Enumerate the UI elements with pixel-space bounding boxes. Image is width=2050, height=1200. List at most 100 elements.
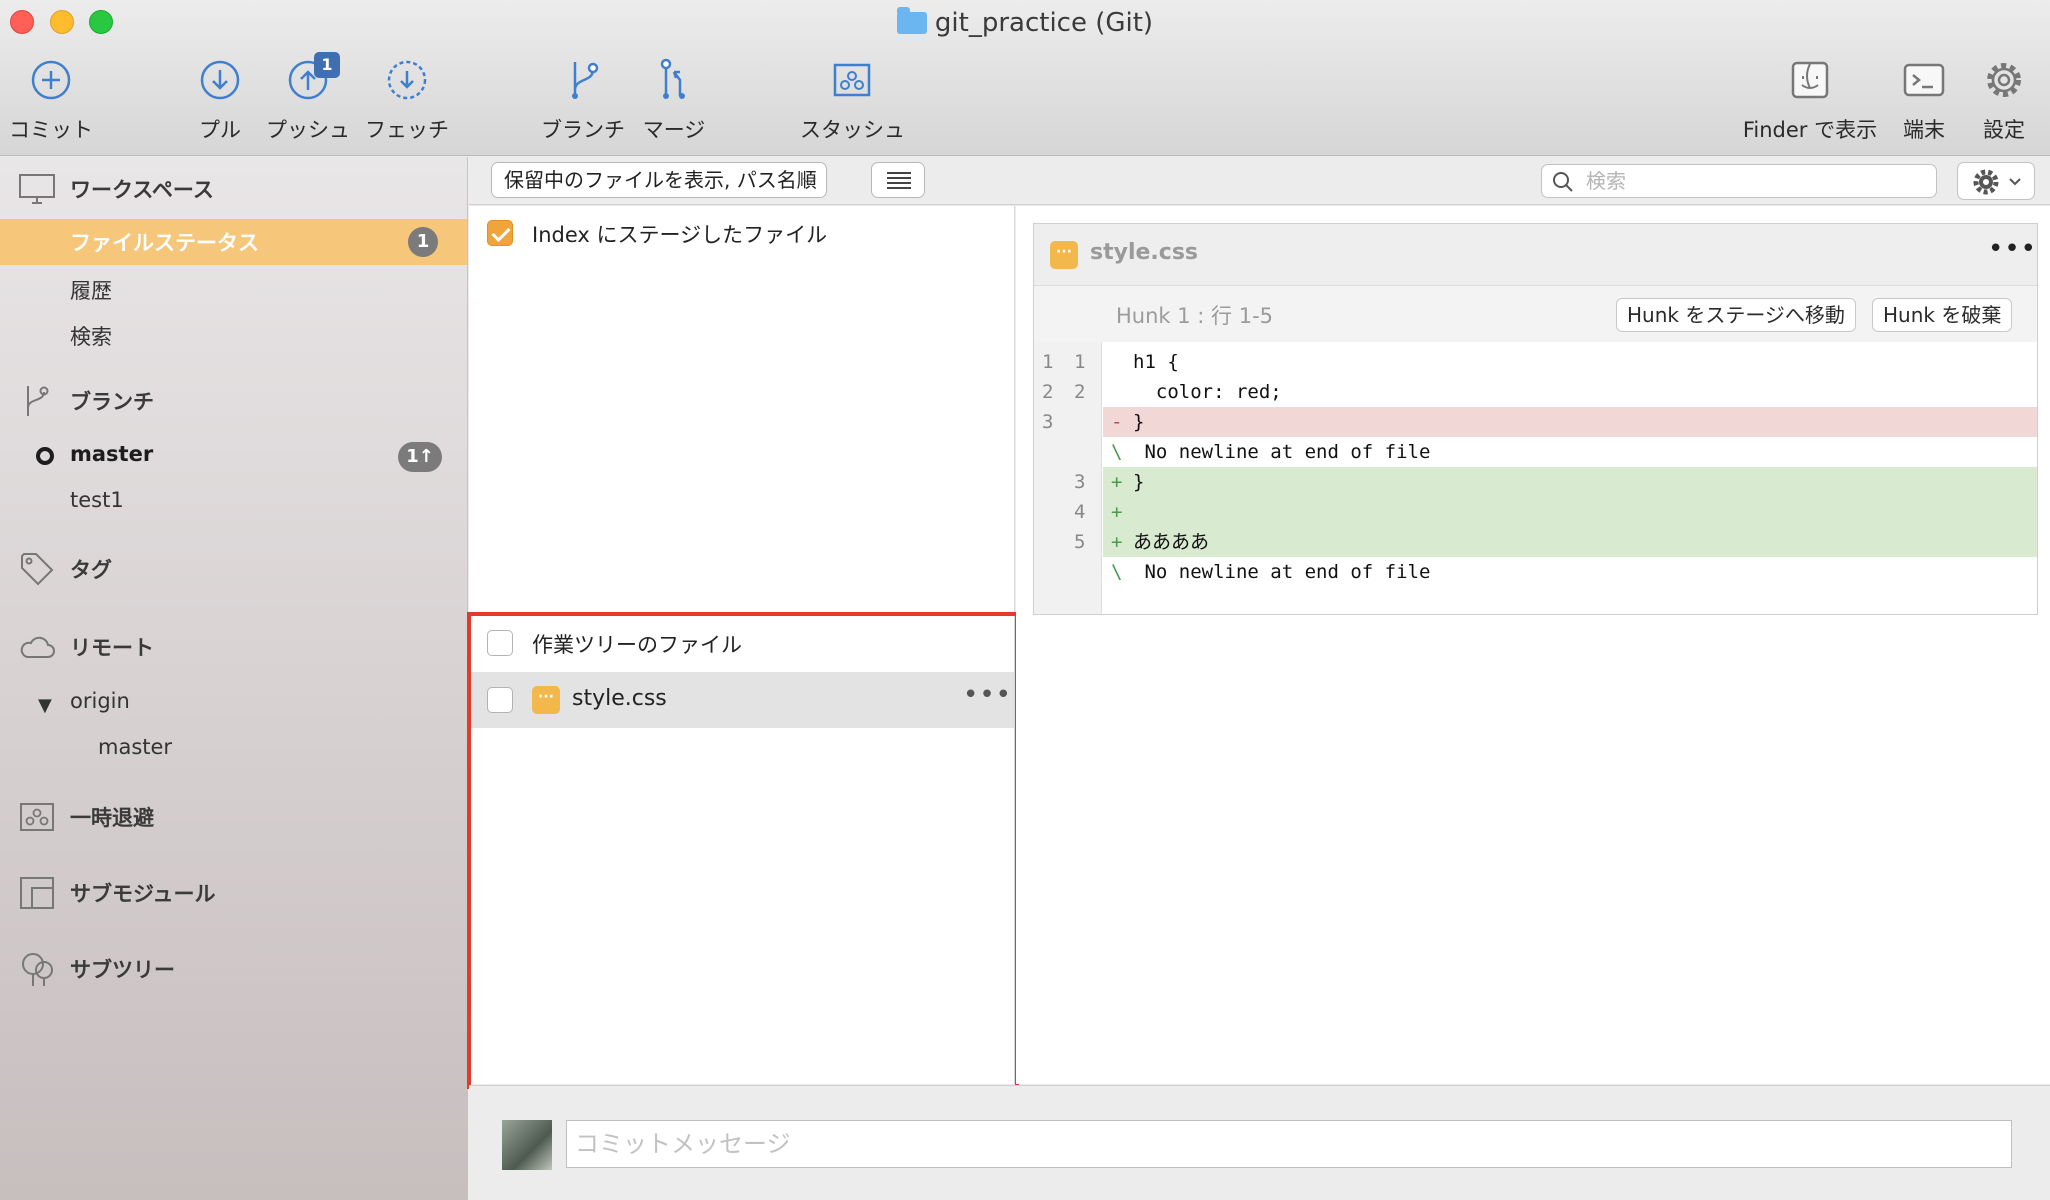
options-gear-button[interactable] [1957,162,2035,200]
diff-panel: ··· style.css ••• Hunk 1 : 行 1-5 Hunk をス… [1016,206,2050,1084]
window-title: git_practice (Git) [0,6,2050,40]
new-line-number: 3 [1074,471,1086,493]
file-row[interactable]: ··· style.css ••• [469,672,1014,728]
staged-files-label: Index にステージしたファイル [532,223,828,247]
diff-line-code: + ああああ [1103,527,2037,557]
diff-marker: \ [1111,561,1123,583]
diff-line-text: No newline at end of file [1133,441,1431,463]
diff-line-code: h1 { [1103,347,2037,377]
file-status-count-badge: 1 [408,227,438,257]
diff-line: 3 +} [1034,467,2037,497]
show-in-finder-button[interactable]: Finder で表示 [1740,56,1880,144]
diff-line: \ No newline at end of file [1034,437,2037,467]
merge-icon [660,58,685,99]
commit-button[interactable]: コミット [2,56,100,144]
disclosure-triangle-icon[interactable]: ▼ [38,695,52,716]
modified-file-icon: ··· [1050,241,1078,269]
discard-hunk-button[interactable]: Hunk を破棄 [1872,298,2013,332]
tree-icon [22,953,53,986]
avatar [502,1120,552,1170]
staged-files-checkbox[interactable] [487,220,513,246]
diff-line: 3 -} [1034,407,2037,437]
stash-icon [20,803,54,831]
diff-line-text: } [1133,471,1145,493]
diff-line-code: + [1103,497,2037,527]
new-line-number: 2 [1074,381,1086,403]
gear-icon [1987,63,2021,97]
sidebar-item-branch-test1[interactable]: test1 [70,488,124,512]
hunk-title: Hunk 1 : 行 1-5 [1116,304,1274,328]
diff-line: 5 + ああああ [1034,527,2037,557]
current-branch-icon [36,447,54,465]
diff-card: ··· style.css ••• Hunk 1 : 行 1-5 Hunk をス… [1033,223,2038,615]
commit-bar: コミットメッセージ [469,1085,2050,1200]
diff-line: 22 color: red; [1034,377,2037,407]
fetch-icon [387,60,427,100]
diff-line-code: \ No newline at end of file [1103,437,2037,467]
stash-button[interactable]: スタッシュ [800,56,905,144]
diff-file-name: style.css [1090,240,1199,265]
submodule-icon [20,877,54,909]
new-line-number: 5 [1074,531,1086,553]
terminal-icon [1903,63,1945,97]
file-stage-checkbox[interactable] [487,687,513,713]
cloud-icon [20,636,55,658]
new-line-number: 1 [1074,351,1086,373]
sidebar-item-file-status[interactable]: ファイルステータス 1 [0,219,467,265]
working-tree-checkbox[interactable] [487,630,513,656]
sidebar-item-remote-master[interactable]: master [98,735,172,759]
view-mode-select[interactable]: 保留中のファイルを表示, パス名順 ⌵ [491,162,827,198]
sidebar-item-history[interactable]: 履歴 [70,275,112,305]
monitor-icon [19,174,55,204]
more-options-icon[interactable]: ••• [1988,234,2037,264]
hunk-header: Hunk 1 : 行 1-5 Hunk をステージへ移動 Hunk を破棄 [1034,286,2037,342]
sidebar-section-workspace[interactable]: ワークスペース [18,170,214,208]
branch-icon [572,62,599,99]
new-line-number: 4 [1074,501,1086,523]
sidebar-item-branch-master[interactable]: master [70,442,153,466]
sidebar-section-branches[interactable]: ブランチ [18,382,154,420]
sidebar-section-submodules[interactable]: サブモジュール [18,874,216,912]
sidebar-section-tags[interactable]: タグ [18,550,112,588]
sidebar-section-remotes[interactable]: リモート [18,628,154,666]
sidebar-item-remote-origin[interactable]: origin [70,689,130,713]
list-view-button[interactable] [871,162,925,198]
old-line-number: 2 [1042,381,1054,403]
diff-line-code: \ No newline at end of file [1103,557,2037,587]
terminal-button[interactable]: 端末 [1896,56,1952,144]
diff-line-text: color: red; [1133,381,1282,403]
file-filter-bar: 保留中のファイルを表示, パス名順 ⌵ 検索 [469,157,2050,205]
push-count-badge: 1 [314,52,340,78]
sidebar-section-stashes[interactable]: 一時退避 [18,798,154,836]
fetch-button[interactable]: フェッチ [364,56,450,144]
search-input[interactable]: 検索 [1541,164,1937,198]
merge-button[interactable]: マージ [636,56,712,144]
more-options-icon[interactable]: ••• [963,680,1012,710]
search-icon [1553,172,1573,192]
diff-file-header: ··· style.css ••• [1034,224,2037,286]
file-status-pane: Index にステージしたファイル 作業ツリーのファイル ··· style.c… [469,206,1015,1084]
diff-line-code: -} [1103,407,2037,437]
pull-button[interactable]: プル [190,56,250,144]
tag-icon [21,553,54,586]
sidebar-item-search[interactable]: 検索 [70,321,112,351]
plus-circle-icon [31,60,71,100]
folder-icon [896,7,927,34]
window-toolbar: git_practice (Git) コミット プル 1 プッシュ フェッチ ブ… [0,0,2050,156]
diff-line: 1 1 h1 { [1034,347,2037,377]
diff-marker: + [1111,531,1123,553]
diff-line: 4 + [1034,497,2037,527]
stash-icon [833,63,871,97]
branch-ahead-badge: 1↑ [398,442,442,472]
branch-button[interactable]: ブランチ [540,56,626,144]
working-tree-label: 作業ツリーのファイル [532,633,742,657]
commit-message-input[interactable]: コミットメッセージ [566,1120,2012,1168]
sidebar-section-subtrees[interactable]: サブツリー [18,950,175,988]
settings-button[interactable]: 設定 [1976,56,2032,144]
diff-marker: + [1111,471,1123,493]
push-button[interactable]: 1 プッシュ [266,52,350,144]
stage-hunk-button[interactable]: Hunk をステージへ移動 [1616,298,1856,332]
finder-icon [1791,61,1829,99]
diff-line-text: } [1133,411,1145,433]
modified-file-icon: ··· [532,686,560,714]
